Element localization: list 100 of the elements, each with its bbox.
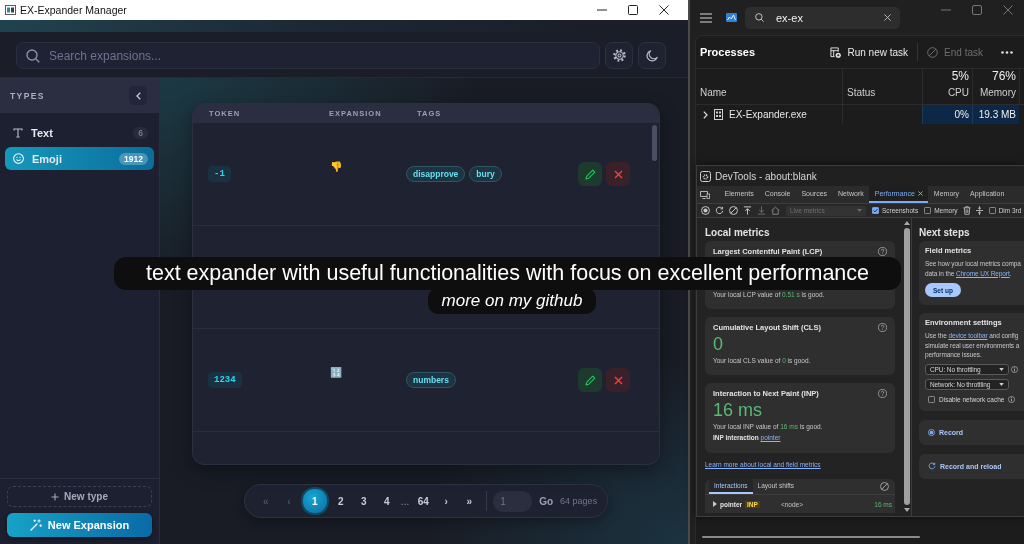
expansion-emoji: 👎 <box>330 161 342 173</box>
column-header[interactable]: Status <box>847 87 922 98</box>
count-badge: 6 <box>133 127 148 139</box>
usage-percent: 76% <box>991 69 1016 83</box>
radio-button[interactable] <box>928 428 935 436</box>
tag-pill: bury <box>469 166 502 182</box>
toolbar-button[interactable]: Run new task <box>830 46 909 58</box>
app-icon <box>700 170 711 182</box>
pencil-icon <box>584 374 596 386</box>
theme-toggle-button[interactable] <box>638 42 666 69</box>
memory-cell: 19.3 MB <box>972 105 1019 124</box>
pencil-icon <box>584 168 596 180</box>
tag-pill: numbers <box>406 372 456 388</box>
page-button[interactable]: 64 <box>412 490 435 512</box>
section-heading: TYPES <box>10 90 45 101</box>
help-icon[interactable] <box>878 388 887 398</box>
usage-percent: 5% <box>951 69 969 83</box>
collapse-button[interactable] <box>129 86 147 105</box>
checkbox[interactable] <box>872 207 879 214</box>
checkbox[interactable] <box>988 207 996 214</box>
triangle-icon[interactable] <box>713 501 717 507</box>
checkbox[interactable] <box>928 395 935 403</box>
help-icon[interactable] <box>878 322 887 332</box>
page-jump-field[interactable]: 1 <box>493 490 533 512</box>
cross-icon <box>613 375 623 385</box>
caret-icon <box>999 367 1004 371</box>
pane-heading: Local metrics <box>705 226 771 240</box>
record-icon[interactable] <box>701 206 710 215</box>
circle-slash-icon[interactable] <box>729 206 738 215</box>
delete-button[interactable] <box>606 162 630 186</box>
scroll-up-icon[interactable] <box>904 221 910 225</box>
maximize-icon[interactable] <box>628 5 638 15</box>
menu-icon[interactable] <box>700 12 712 23</box>
settings-icon <box>612 49 626 62</box>
settings-button[interactable] <box>605 42 633 69</box>
page-ellipsis: ... <box>399 495 411 507</box>
checkbox[interactable] <box>924 207 932 214</box>
download-icon[interactable] <box>757 206 766 215</box>
token-chip: 1234 <box>208 372 242 388</box>
app-icon <box>5 5 16 15</box>
page-heading: Processes <box>700 46 756 58</box>
info-icon[interactable] <box>1008 395 1016 403</box>
collapse-arrows-icon[interactable] <box>975 206 983 215</box>
search-field[interactable]: Search expansions... <box>16 42 600 69</box>
video-caption: more on my github <box>428 288 596 314</box>
window-title: EX-Expander Manager <box>20 4 127 16</box>
process-name: EX-Expander.exe <box>729 109 807 120</box>
sidebar-item[interactable]: Text 6 <box>5 122 154 144</box>
go-button[interactable]: Go <box>533 495 560 507</box>
help-icon[interactable] <box>878 246 887 256</box>
scrollbar-thumb[interactable] <box>652 125 657 161</box>
search-icon <box>755 13 764 22</box>
new-type-button[interactable]: New type <box>7 486 152 507</box>
clear-icon[interactable] <box>884 14 891 21</box>
reload-icon[interactable] <box>715 206 724 215</box>
chart-icon <box>726 13 737 22</box>
text-type-icon <box>13 128 23 138</box>
column-header[interactable]: Memory <box>979 87 1016 98</box>
new-expansion-button[interactable]: New Expansion <box>7 513 152 537</box>
page-button[interactable]: 2 <box>329 490 352 512</box>
expansion-emoji: 🔢 <box>330 367 342 379</box>
page-button[interactable]: 4 <box>375 490 398 512</box>
page-button[interactable]: 1 <box>302 489 327 513</box>
token-chip: -1 <box>208 166 231 182</box>
delete-button[interactable] <box>606 368 630 392</box>
close-icon[interactable] <box>659 5 669 15</box>
page-nav-button[interactable]: › <box>435 490 458 512</box>
home-icon[interactable] <box>771 206 780 215</box>
page-nav-button[interactable]: » <box>458 490 481 512</box>
page-button[interactable]: 3 <box>352 490 375 512</box>
page-count: 64 pages <box>560 496 598 506</box>
chevron-right-icon[interactable] <box>703 110 708 119</box>
search-field[interactable]: ex-ex <box>745 6 900 29</box>
column-header[interactable]: Name <box>700 87 842 98</box>
trash-icon[interactable] <box>962 206 971 215</box>
info-icon[interactable] <box>1011 365 1018 373</box>
caret-icon <box>999 382 1004 386</box>
reload-icon <box>928 462 936 470</box>
moon-icon <box>646 49 658 62</box>
video-caption: text expander with useful functionalities with focus on excellent performance <box>114 257 901 290</box>
more-icon[interactable] <box>1001 50 1013 54</box>
circle-slash-icon[interactable] <box>880 482 889 491</box>
metric-value: 16 ms <box>713 399 764 422</box>
upload-icon[interactable] <box>743 206 752 215</box>
chevron-left-icon <box>135 91 141 100</box>
window-title: DevTools - about:blank <box>715 170 817 182</box>
cpu-cell: 0% <box>922 105 972 124</box>
horizontal-scrollbar[interactable] <box>702 536 920 538</box>
search-icon <box>26 48 40 63</box>
edit-button[interactable] <box>578 368 602 392</box>
device-icon[interactable] <box>700 190 710 199</box>
cross-icon <box>613 169 623 179</box>
column-header[interactable]: CPU <box>947 87 969 98</box>
scroll-down-icon[interactable] <box>904 508 910 512</box>
metric-value: 0 <box>713 333 724 356</box>
grid-icon <box>714 109 723 120</box>
edit-button[interactable] <box>578 162 602 186</box>
scrollbar-thumb[interactable] <box>904 228 910 505</box>
plus-icon <box>51 492 60 501</box>
tag-pill: disapprove <box>406 166 466 182</box>
